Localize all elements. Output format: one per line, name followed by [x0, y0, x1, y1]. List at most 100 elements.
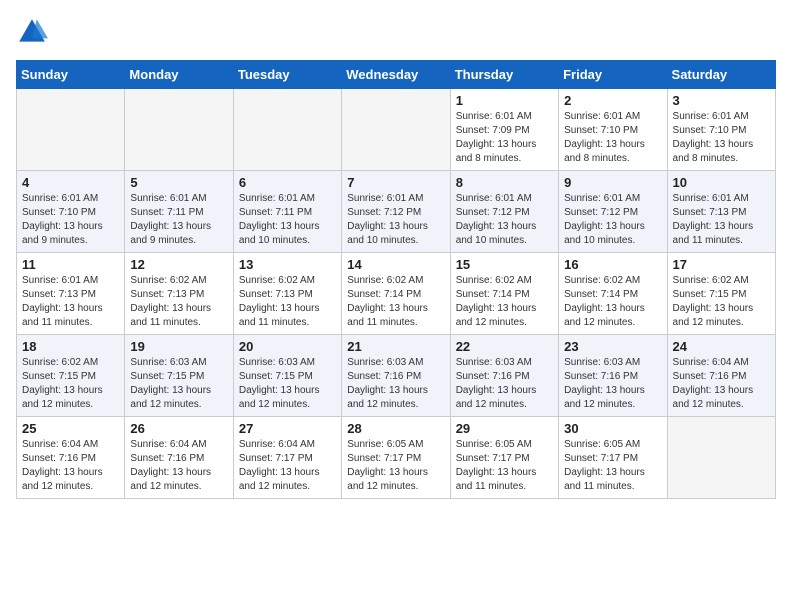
day-number: 11	[22, 257, 119, 272]
calendar-cell: 15 Sunrise: 6:02 AMSunset: 7:14 PMDayligh…	[450, 253, 558, 335]
day-number: 18	[22, 339, 119, 354]
day-number: 12	[130, 257, 227, 272]
day-info: Sunrise: 6:02 AMSunset: 7:15 PMDaylight:…	[22, 356, 119, 412]
day-info: Sunrise: 6:03 AMSunset: 7:16 PMDaylight:…	[564, 356, 661, 412]
day-info: Sunrise: 6:01 AMSunset: 7:13 PMDaylight:…	[22, 274, 119, 330]
calendar-cell: 4 Sunrise: 6:01 AMSunset: 7:10 PMDaylight…	[17, 171, 125, 253]
day-number: 6	[239, 175, 336, 190]
calendar-cell: 12 Sunrise: 6:02 AMSunset: 7:13 PMDayligh…	[125, 253, 233, 335]
calendar-week-1: 1 Sunrise: 6:01 AMSunset: 7:09 PMDaylight…	[17, 89, 776, 171]
day-info: Sunrise: 6:03 AMSunset: 7:15 PMDaylight:…	[130, 356, 227, 412]
calendar-cell: 21 Sunrise: 6:03 AMSunset: 7:16 PMDayligh…	[342, 335, 450, 417]
day-number: 29	[456, 421, 553, 436]
calendar-table: SundayMondayTuesdayWednesdayThursdayFrid…	[16, 60, 776, 499]
day-number: 5	[130, 175, 227, 190]
day-number: 1	[456, 93, 553, 108]
day-number: 20	[239, 339, 336, 354]
calendar-cell: 2 Sunrise: 6:01 AMSunset: 7:10 PMDaylight…	[559, 89, 667, 171]
day-number: 17	[673, 257, 770, 272]
calendar-cell: 17 Sunrise: 6:02 AMSunset: 7:15 PMDayligh…	[667, 253, 775, 335]
day-number: 13	[239, 257, 336, 272]
day-info: Sunrise: 6:01 AMSunset: 7:12 PMDaylight:…	[347, 192, 444, 248]
calendar-cell: 8 Sunrise: 6:01 AMSunset: 7:12 PMDaylight…	[450, 171, 558, 253]
day-info: Sunrise: 6:03 AMSunset: 7:15 PMDaylight:…	[239, 356, 336, 412]
calendar-cell: 11 Sunrise: 6:01 AMSunset: 7:13 PMDayligh…	[17, 253, 125, 335]
day-number: 24	[673, 339, 770, 354]
calendar-cell	[125, 89, 233, 171]
day-number: 19	[130, 339, 227, 354]
calendar-header-row: SundayMondayTuesdayWednesdayThursdayFrid…	[17, 61, 776, 89]
calendar-week-3: 11 Sunrise: 6:01 AMSunset: 7:13 PMDayligh…	[17, 253, 776, 335]
calendar-week-4: 18 Sunrise: 6:02 AMSunset: 7:15 PMDayligh…	[17, 335, 776, 417]
day-number: 2	[564, 93, 661, 108]
logo-icon	[16, 16, 48, 48]
day-number: 15	[456, 257, 553, 272]
day-number: 14	[347, 257, 444, 272]
day-info: Sunrise: 6:02 AMSunset: 7:13 PMDaylight:…	[130, 274, 227, 330]
day-number: 9	[564, 175, 661, 190]
day-number: 8	[456, 175, 553, 190]
day-info: Sunrise: 6:04 AMSunset: 7:16 PMDaylight:…	[130, 438, 227, 494]
calendar-cell	[17, 89, 125, 171]
calendar-cell: 14 Sunrise: 6:02 AMSunset: 7:14 PMDayligh…	[342, 253, 450, 335]
day-number: 7	[347, 175, 444, 190]
calendar-cell: 7 Sunrise: 6:01 AMSunset: 7:12 PMDaylight…	[342, 171, 450, 253]
day-number: 3	[673, 93, 770, 108]
day-info: Sunrise: 6:01 AMSunset: 7:12 PMDaylight:…	[456, 192, 553, 248]
calendar-cell: 24 Sunrise: 6:04 AMSunset: 7:16 PMDayligh…	[667, 335, 775, 417]
day-info: Sunrise: 6:01 AMSunset: 7:10 PMDaylight:…	[22, 192, 119, 248]
calendar-cell	[667, 417, 775, 499]
day-info: Sunrise: 6:05 AMSunset: 7:17 PMDaylight:…	[564, 438, 661, 494]
calendar-cell: 28Sunrise: 6:05 AMSunset: 7:17 PMDayligh…	[342, 417, 450, 499]
day-info: Sunrise: 6:04 AMSunset: 7:16 PMDaylight:…	[673, 356, 770, 412]
header-wednesday: Wednesday	[342, 61, 450, 89]
calendar-cell: 3Sunrise: 6:01 AMSunset: 7:10 PMDaylight…	[667, 89, 775, 171]
calendar-cell: 5 Sunrise: 6:01 AMSunset: 7:11 PMDaylight…	[125, 171, 233, 253]
calendar-week-2: 4 Sunrise: 6:01 AMSunset: 7:10 PMDaylight…	[17, 171, 776, 253]
day-info: Sunrise: 6:03 AMSunset: 7:16 PMDaylight:…	[456, 356, 553, 412]
calendar-cell: 19 Sunrise: 6:03 AMSunset: 7:15 PMDayligh…	[125, 335, 233, 417]
day-info: Sunrise: 6:01 AMSunset: 7:11 PMDaylight:…	[239, 192, 336, 248]
calendar-cell	[342, 89, 450, 171]
day-number: 22	[456, 339, 553, 354]
day-number: 16	[564, 257, 661, 272]
day-info: Sunrise: 6:01 AMSunset: 7:09 PMDaylight:…	[456, 110, 553, 166]
day-number: 26	[130, 421, 227, 436]
header-sunday: Sunday	[17, 61, 125, 89]
day-info: Sunrise: 6:01 AMSunset: 7:12 PMDaylight:…	[564, 192, 661, 248]
header-monday: Monday	[125, 61, 233, 89]
calendar-week-5: 25Sunrise: 6:04 AMSunset: 7:16 PMDayligh…	[17, 417, 776, 499]
header	[16, 16, 776, 48]
calendar-cell: 22 Sunrise: 6:03 AMSunset: 7:16 PMDayligh…	[450, 335, 558, 417]
calendar-cell: 26 Sunrise: 6:04 AMSunset: 7:16 PMDayligh…	[125, 417, 233, 499]
day-info: Sunrise: 6:02 AMSunset: 7:15 PMDaylight:…	[673, 274, 770, 330]
day-info: Sunrise: 6:01 AMSunset: 7:10 PMDaylight:…	[564, 110, 661, 166]
calendar-cell: 18 Sunrise: 6:02 AMSunset: 7:15 PMDayligh…	[17, 335, 125, 417]
logo	[16, 16, 54, 48]
day-number: 21	[347, 339, 444, 354]
header-friday: Friday	[559, 61, 667, 89]
day-info: Sunrise: 6:01 AMSunset: 7:11 PMDaylight:…	[130, 192, 227, 248]
calendar-cell: 6 Sunrise: 6:01 AMSunset: 7:11 PMDaylight…	[233, 171, 341, 253]
day-info: Sunrise: 6:05 AMSunset: 7:17 PMDaylight:…	[456, 438, 553, 494]
calendar-cell: 27 Sunrise: 6:04 AMSunset: 7:17 PMDayligh…	[233, 417, 341, 499]
day-info: Sunrise: 6:04 AMSunset: 7:17 PMDaylight:…	[239, 438, 336, 494]
header-saturday: Saturday	[667, 61, 775, 89]
day-number: 30	[564, 421, 661, 436]
calendar-cell: 25Sunrise: 6:04 AMSunset: 7:16 PMDayligh…	[17, 417, 125, 499]
day-info: Sunrise: 6:04 AMSunset: 7:16 PMDaylight:…	[22, 438, 119, 494]
day-info: Sunrise: 6:05 AMSunset: 7:17 PMDaylight:…	[347, 438, 444, 494]
header-thursday: Thursday	[450, 61, 558, 89]
calendar-cell: 1 Sunrise: 6:01 AMSunset: 7:09 PMDaylight…	[450, 89, 558, 171]
day-info: Sunrise: 6:02 AMSunset: 7:14 PMDaylight:…	[347, 274, 444, 330]
day-number: 4	[22, 175, 119, 190]
calendar-cell: 13Sunrise: 6:02 AMSunset: 7:13 PMDayligh…	[233, 253, 341, 335]
day-number: 23	[564, 339, 661, 354]
calendar-cell: 29 Sunrise: 6:05 AMSunset: 7:17 PMDayligh…	[450, 417, 558, 499]
day-info: Sunrise: 6:03 AMSunset: 7:16 PMDaylight:…	[347, 356, 444, 412]
day-info: Sunrise: 6:02 AMSunset: 7:14 PMDaylight:…	[456, 274, 553, 330]
calendar-cell: 20 Sunrise: 6:03 AMSunset: 7:15 PMDayligh…	[233, 335, 341, 417]
day-number: 27	[239, 421, 336, 436]
calendar-cell: 16Sunrise: 6:02 AMSunset: 7:14 PMDayligh…	[559, 253, 667, 335]
calendar-cell: 30 Sunrise: 6:05 AMSunset: 7:17 PMDayligh…	[559, 417, 667, 499]
